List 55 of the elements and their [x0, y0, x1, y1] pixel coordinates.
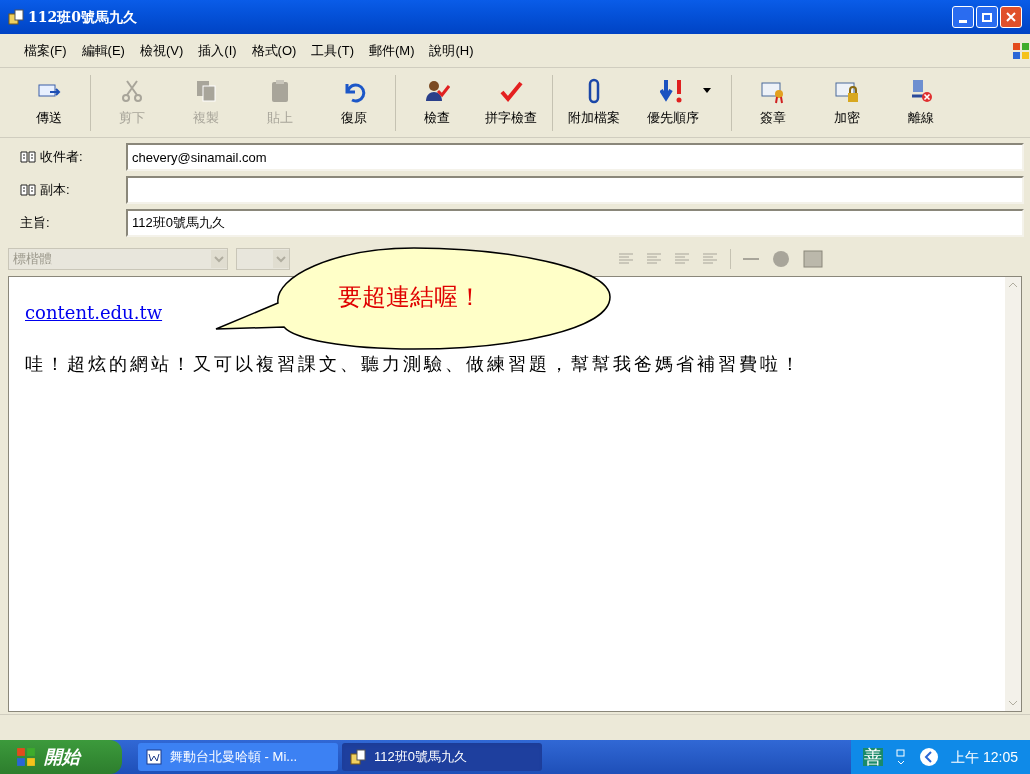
toolbar-button[interactable]: 檢查: [400, 77, 474, 128]
taskbar-button[interactable]: 112班0號馬九久: [342, 743, 542, 771]
windows-logo-icon: [1012, 41, 1030, 60]
menu-item[interactable]: 工具(T): [311, 40, 354, 61]
toolbar-button[interactable]: 附加檔案: [557, 77, 631, 128]
windows-logo-icon: [16, 747, 36, 767]
restore-button[interactable]: [976, 6, 998, 28]
menu-item[interactable]: 格式(O): [251, 40, 297, 61]
address-book-icon: [20, 150, 36, 164]
callout-text: 要超連結喔！: [338, 282, 482, 313]
field-label[interactable]: 副本:: [40, 180, 70, 200]
minimize-button[interactable]: [952, 6, 974, 28]
align-icon[interactable]: [618, 253, 634, 265]
close-icon: [1005, 11, 1017, 23]
field-label[interactable]: 收件者:: [40, 147, 83, 167]
globe-icon[interactable]: [771, 249, 791, 269]
document-icon: [146, 749, 162, 765]
align-icon[interactable]: [674, 253, 690, 265]
scrollbar[interactable]: [1005, 277, 1021, 711]
toolbar-button[interactable]: 復原: [317, 77, 391, 128]
menu-item[interactable]: 插入(I): [198, 40, 237, 61]
window-title: 112班0號馬九久: [28, 7, 137, 27]
align-icon[interactable]: [702, 253, 718, 265]
close-button[interactable]: [1000, 6, 1022, 28]
menu-item[interactable]: 說明(H): [429, 40, 474, 61]
toolbar-button[interactable]: 簽章: [736, 77, 810, 128]
address-book-icon: [20, 183, 36, 197]
size-dropdown[interactable]: [236, 248, 290, 270]
body-text: 哇！超炫的網站！又可以複習課文、聽力測驗、做練習題，幫幫我爸媽省補習費啦！: [25, 352, 803, 376]
picture-icon[interactable]: [803, 250, 823, 268]
clock: 上午 12:05: [951, 747, 1018, 767]
header-input[interactable]: [126, 176, 1024, 204]
toolbar-button[interactable]: 離線: [884, 77, 958, 128]
hyperlink[interactable]: content.edu.tw: [25, 299, 163, 326]
menu-item[interactable]: 編輯(E): [81, 40, 125, 61]
mail-document-icon: [8, 9, 24, 25]
menu-item[interactable]: 檔案(F): [24, 40, 67, 61]
chevron-left-icon[interactable]: [919, 747, 940, 767]
toolbar-button[interactable]: 拼字檢查: [474, 77, 548, 128]
toolbar-button[interactable]: 傳送: [12, 77, 86, 128]
input-method-indicator[interactable]: 善: [863, 748, 884, 766]
mail-document-icon: [350, 749, 366, 765]
menu-item[interactable]: 檢視(V): [139, 40, 184, 61]
align-icon[interactable]: [646, 253, 662, 265]
field-label: 主旨:: [20, 214, 50, 233]
menu-item[interactable]: 郵件(M): [368, 40, 415, 61]
toolbar-button[interactable]: 優先順序: [631, 77, 727, 128]
header-input[interactable]: 112班0號馬九久: [126, 209, 1024, 237]
restore-icon[interactable]: [895, 748, 908, 766]
horizontal-line-icon[interactable]: [743, 257, 759, 261]
caret-icon: [703, 88, 711, 93]
start-button[interactable]: 開始: [0, 740, 122, 774]
toolbar-button[interactable]: 加密: [810, 77, 884, 128]
taskbar-button[interactable]: 舞動台北曼哈頓 - Mi...: [138, 743, 338, 771]
header-input[interactable]: chevery@sinamail.com: [126, 143, 1024, 171]
